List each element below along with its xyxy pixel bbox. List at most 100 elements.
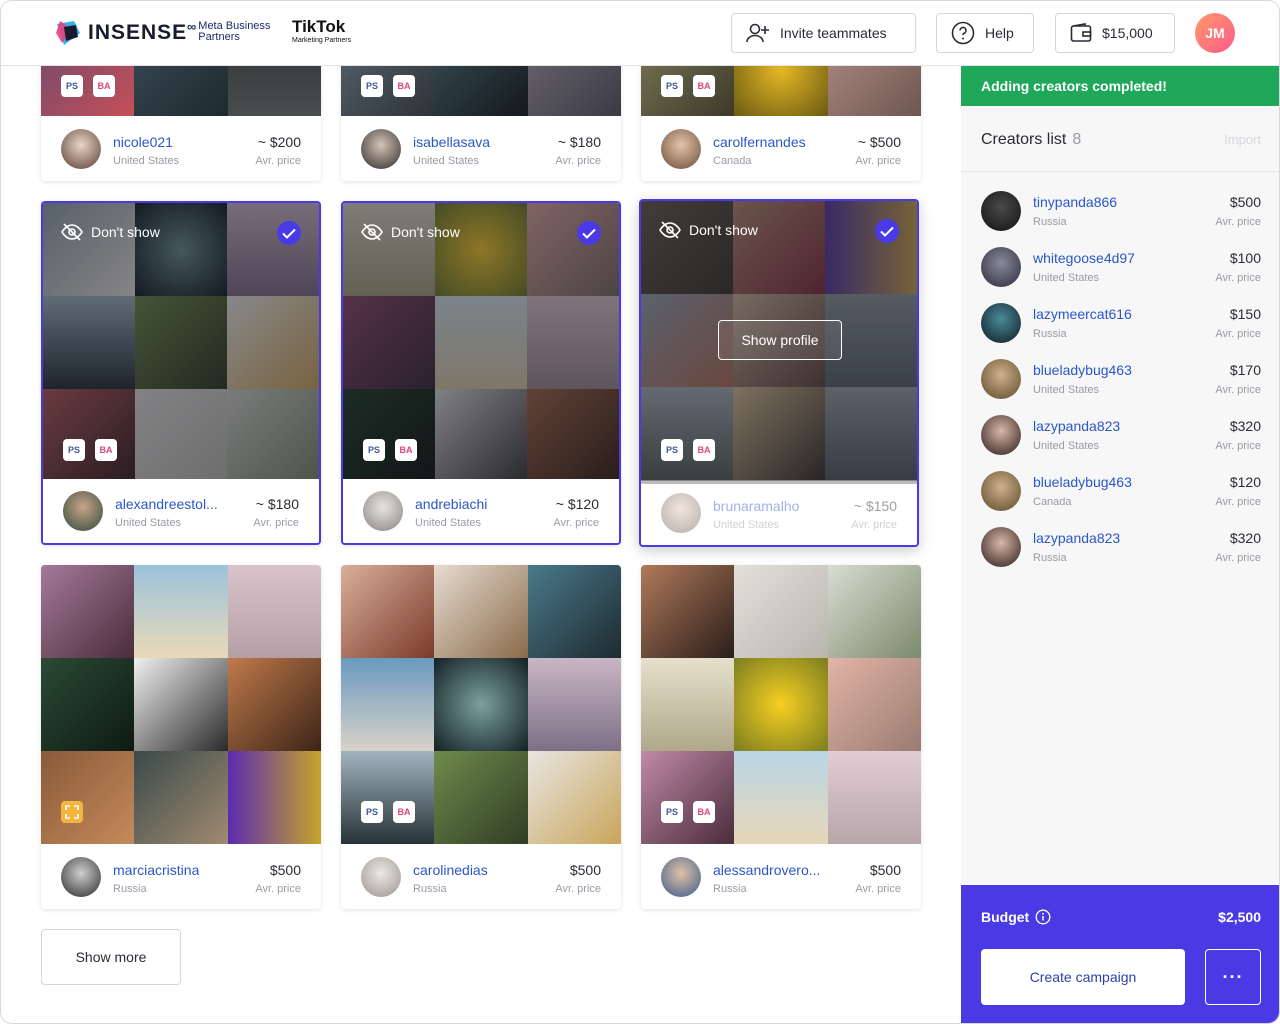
- avr-price-label: Avr. price: [1215, 440, 1261, 452]
- more-options-button[interactable]: ···: [1205, 949, 1261, 1005]
- avr-price-label: Avr. price: [1215, 328, 1261, 340]
- creator-list-item[interactable]: tinypanda866 Russia $500 Avr. price: [981, 191, 1261, 235]
- creator-name[interactable]: carolinedias: [413, 862, 488, 878]
- help-label: Help: [985, 25, 1014, 41]
- creator-card[interactable]: marciacristina Russia $500 Avr. price: [41, 565, 321, 909]
- photo: [41, 565, 135, 658]
- photo: [641, 751, 735, 844]
- creator-name[interactable]: lazypanda823: [1033, 530, 1120, 546]
- creator-info: marciacristina Russia $500 Avr. price: [41, 845, 321, 909]
- creator-country: United States: [1033, 384, 1100, 396]
- platform-badges: PS BA: [661, 439, 715, 461]
- avr-price-label: Avr. price: [1215, 384, 1261, 396]
- creator-name[interactable]: brunaramalho: [713, 498, 799, 514]
- show-more-button[interactable]: Show more: [41, 929, 181, 985]
- creator-name[interactable]: blueladybug463: [1033, 362, 1132, 378]
- creator-name[interactable]: alexandreestol...: [115, 496, 218, 512]
- platform-badges: PS BA: [361, 75, 415, 97]
- import-button[interactable]: Import: [1224, 132, 1261, 147]
- photo: [341, 658, 435, 751]
- ba-badge: BA: [93, 75, 115, 97]
- photo: [227, 565, 321, 658]
- creator-card-selected[interactable]: Don't show PS BA andrebiachi United Stat…: [341, 201, 621, 545]
- creator-card[interactable]: PS BA carolinedias Russia $500 Avr. pric…: [341, 565, 621, 909]
- creator-list-item[interactable]: lazypanda823 Russia $320 Avr. price: [981, 527, 1261, 571]
- ba-badge: BA: [393, 801, 415, 823]
- meta-line2: Partners: [198, 31, 240, 43]
- creator-card[interactable]: PS BA alessandrovero... Russia $500 Avr.…: [641, 565, 921, 909]
- creator-list-item[interactable]: blueladybug463 Canada $120 Avr. price: [981, 471, 1261, 515]
- platform-badges: PS BA: [61, 75, 115, 97]
- avatar: [981, 359, 1021, 399]
- dont-show-toggle[interactable]: Don't show: [61, 223, 160, 241]
- avr-price-label: Avr. price: [1215, 552, 1261, 564]
- creator-info: carolinedias Russia $500 Avr. price: [341, 845, 621, 909]
- creator-name[interactable]: blueladybug463: [1033, 474, 1132, 490]
- avatar: [61, 129, 101, 169]
- creators-sidebar: Adding creators completed! Creators list…: [961, 66, 1279, 1023]
- invite-teammates-button[interactable]: Invite teammates: [731, 13, 916, 53]
- avatar: [661, 857, 701, 897]
- creator-info: brunaramalho United States ~ $150 Avr. p…: [641, 481, 917, 545]
- avr-price-label: Avr. price: [855, 155, 901, 167]
- create-campaign-button[interactable]: Create campaign: [981, 949, 1185, 1005]
- help-button[interactable]: Help: [936, 13, 1034, 53]
- ps-badge: PS: [361, 75, 383, 97]
- selected-check-icon[interactable]: [277, 221, 301, 245]
- user-avatar[interactable]: JM: [1195, 13, 1235, 53]
- creator-list-item[interactable]: blueladybug463 United States $170 Avr. p…: [981, 359, 1261, 403]
- creator-price: ~ $120: [555, 496, 599, 512]
- creator-name[interactable]: lazymeercat616: [1033, 306, 1132, 322]
- insense-logo[interactable]: INSENSE: [54, 19, 187, 47]
- creator-country: United States: [1033, 272, 1100, 284]
- avr-price-label: Avr. price: [555, 883, 601, 895]
- balance-button[interactable]: $15,000: [1055, 13, 1175, 53]
- avatar: [981, 191, 1021, 231]
- photo-grid: [41, 565, 321, 844]
- avatar: [981, 527, 1021, 567]
- creator-price: $150: [1229, 306, 1261, 322]
- show-profile-button[interactable]: Show profile: [718, 320, 842, 360]
- brand-name: INSENSE: [88, 21, 188, 44]
- creator-country: Canada: [713, 155, 752, 167]
- avatar: [661, 493, 701, 533]
- avatar: [981, 471, 1021, 511]
- photo: [434, 565, 528, 658]
- photo: [341, 751, 435, 844]
- creator-name[interactable]: isabellasava: [413, 134, 490, 150]
- photo: [134, 658, 228, 751]
- creator-name[interactable]: andrebiachi: [415, 496, 487, 512]
- creator-info: alexandreestol... United States ~ $180 A…: [43, 479, 319, 543]
- avr-price-label: Avr. price: [255, 883, 301, 895]
- ps-badge: PS: [661, 75, 683, 97]
- creator-name[interactable]: nicole021: [113, 134, 173, 150]
- selected-check-icon[interactable]: [875, 219, 899, 243]
- info-icon[interactable]: [1035, 909, 1051, 925]
- creator-name[interactable]: whitegoose4d97: [1033, 250, 1135, 266]
- creator-list-item[interactable]: lazymeercat616 Russia $150 Avr. price: [981, 303, 1261, 347]
- platform-badges: PS BA: [361, 801, 415, 823]
- photo: [227, 751, 321, 844]
- creator-name[interactable]: lazypanda823: [1033, 418, 1120, 434]
- photo: [434, 658, 528, 751]
- creator-name[interactable]: tinypanda866: [1033, 194, 1117, 210]
- dont-show-toggle[interactable]: Don't show: [659, 221, 758, 239]
- creator-name[interactable]: carolfernandes: [713, 134, 806, 150]
- dont-show-toggle[interactable]: Don't show: [361, 223, 460, 241]
- photo: [41, 658, 135, 751]
- photo: [734, 751, 828, 844]
- creator-name[interactable]: alessandrovero...: [713, 862, 820, 878]
- creator-price: $500: [1229, 194, 1261, 210]
- creator-card-hovered[interactable]: Don't show Show profile PS BA brunaramal…: [639, 199, 919, 547]
- creator-card-selected[interactable]: Don't show PS BA alexandreestol... Unite…: [41, 201, 321, 545]
- creator-price: $500: [569, 862, 601, 878]
- creator-name[interactable]: marciacristina: [113, 862, 199, 878]
- selected-check-icon[interactable]: [577, 221, 601, 245]
- budget-label: Budget: [981, 909, 1030, 925]
- creator-country: Russia: [413, 883, 447, 895]
- creator-list-item[interactable]: lazypanda823 United States $320 Avr. pri…: [981, 415, 1261, 459]
- creator-list-item[interactable]: whitegoose4d97 United States $100 Avr. p…: [981, 247, 1261, 291]
- creator-price: ~ $180: [557, 134, 601, 150]
- ba-badge: BA: [95, 439, 117, 461]
- avatar: [63, 491, 103, 531]
